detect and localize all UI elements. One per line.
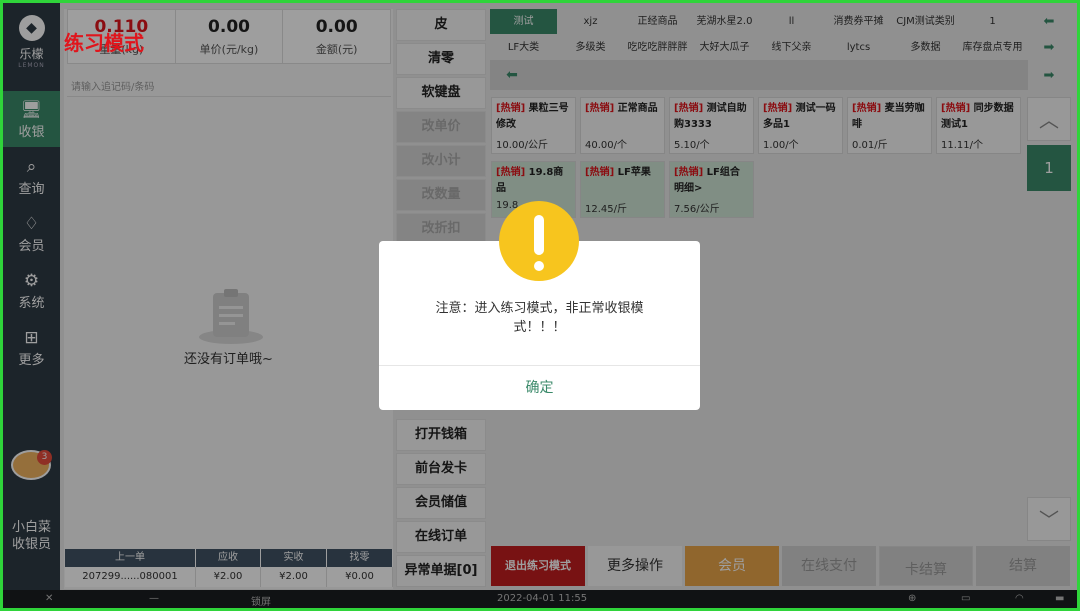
- pos-app: ◆ 乐檬 LEMON 🖥 收银 ⌕ 查询 ♢ 会员 ⚙ 系统 ⊞ 更多 3 小白…: [3, 3, 1077, 608]
- dialog-message: 注意：进入练习模式，非正常收银模式！！！: [435, 301, 644, 335]
- confirm-button[interactable]: 确定: [379, 366, 700, 410]
- warning-icon: [499, 201, 579, 281]
- practice-mode-title: 练习模式: [64, 31, 144, 55]
